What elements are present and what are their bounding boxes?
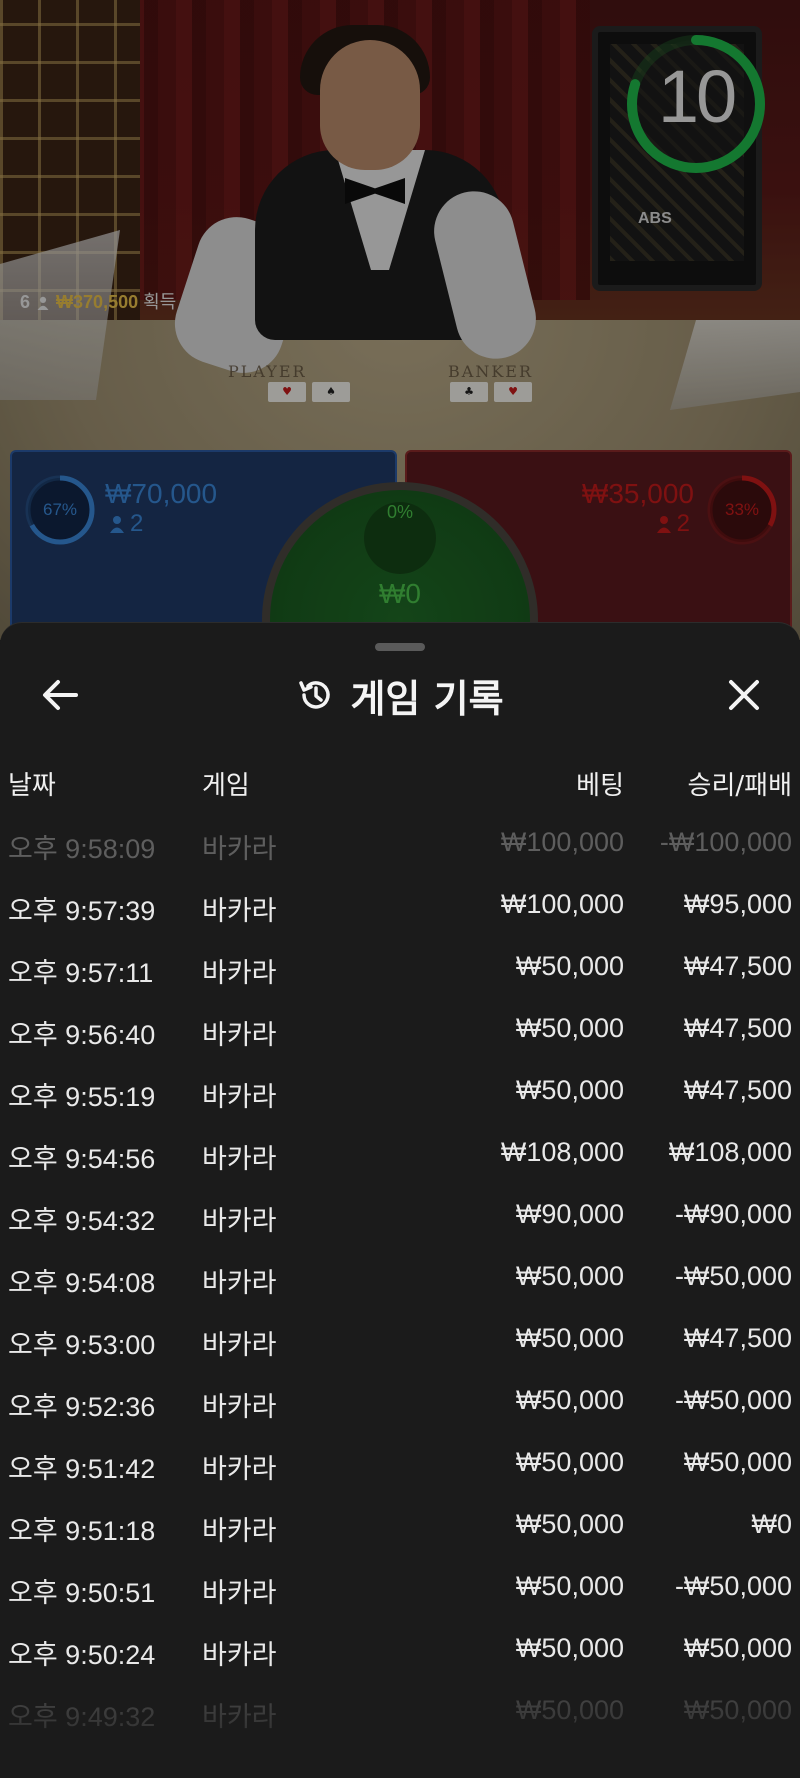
live-video: PLAYER BANKER ♥ ♠ ♣ ♥ ABS 10 6 ₩370,500 …: [0, 0, 800, 640]
row-game: 바카라: [202, 1206, 277, 1236]
row-date: 오후 9:51:18: [8, 1516, 156, 1546]
table-row[interactable]: 오후 9:50:51 바카라 ₩50,000 -₩50,000: [0, 1555, 800, 1617]
row-game: 바카라: [202, 834, 277, 864]
row-bet: ₩50,000: [515, 1509, 624, 1539]
table-row[interactable]: 오후 9:52:36 바카라 ₩50,000 -₩50,000: [0, 1369, 800, 1431]
row-bet: ₩50,000: [515, 1385, 624, 1415]
table-row[interactable]: 오후 9:54:08 바카라 ₩50,000 -₩50,000: [0, 1245, 800, 1307]
table-row[interactable]: 오후 9:58:09 바카라 ₩100,000 -₩100,000: [0, 811, 800, 873]
row-date: 오후 9:54:32: [8, 1206, 156, 1236]
row-game: 바카라: [202, 1516, 277, 1546]
row-bet: ₩50,000: [515, 1633, 624, 1663]
row-date: 오후 9:55:19: [8, 1082, 156, 1112]
row-game: 바카라: [202, 1330, 277, 1360]
column-header-game: 게임: [202, 771, 250, 801]
table-row[interactable]: 오후 9:51:18 바카라 ₩50,000 ₩0: [0, 1493, 800, 1555]
row-date: 오후 9:50:51: [8, 1578, 156, 1608]
row-date: 오후 9:54:08: [8, 1268, 156, 1298]
row-game: 바카라: [202, 1578, 277, 1608]
row-game: 바카라: [202, 1082, 277, 1112]
row-date: 오후 9:53:00: [8, 1330, 156, 1360]
row-game: 바카라: [202, 896, 277, 926]
row-result: -₩100,000: [659, 827, 792, 857]
column-header-result: 승리/패배: [687, 771, 792, 801]
row-bet: ₩50,000: [515, 1323, 624, 1353]
row-bet: ₩108,000: [500, 1137, 624, 1167]
drag-handle[interactable]: [375, 643, 425, 651]
row-result: ₩108,000: [668, 1137, 792, 1167]
row-bet: ₩50,000: [515, 1571, 624, 1601]
table-row[interactable]: 오후 9:49:32 바카라 ₩50,000 ₩50,000: [0, 1679, 800, 1741]
row-bet: ₩50,000: [515, 1695, 624, 1725]
row-game: 바카라: [202, 1454, 277, 1484]
table-row[interactable]: 오후 9:50:24 바카라 ₩50,000 ₩50,000: [0, 1617, 800, 1679]
row-date: 오후 9:54:56: [8, 1144, 156, 1174]
row-bet: ₩50,000: [515, 1075, 624, 1105]
row-date: 오후 9:56:40: [8, 1020, 156, 1050]
row-game: 바카라: [202, 1144, 277, 1174]
row-date: 오후 9:58:09: [8, 834, 156, 864]
row-game: 바카라: [202, 1640, 277, 1670]
table-row[interactable]: 오후 9:53:00 바카라 ₩50,000 ₩47,500: [0, 1307, 800, 1369]
row-result: ₩50,000: [683, 1633, 792, 1663]
row-bet: ₩100,000: [500, 889, 624, 919]
row-date: 오후 9:51:42: [8, 1454, 156, 1484]
row-result: -₩50,000: [674, 1385, 792, 1415]
row-bet: ₩50,000: [515, 1013, 624, 1043]
sheet-header: 게임 기록: [0, 671, 800, 721]
close-icon[interactable]: [720, 671, 768, 719]
table-row[interactable]: 오후 9:57:11 바카라 ₩50,000 ₩47,500: [0, 935, 800, 997]
row-bet: ₩50,000: [515, 951, 624, 981]
row-bet: ₩90,000: [515, 1199, 624, 1229]
history-icon: [299, 681, 331, 709]
table-row[interactable]: 오후 9:55:19 바카라 ₩50,000 ₩47,500: [0, 1059, 800, 1121]
table-row[interactable]: 오후 9:54:32 바카라 ₩90,000 -₩90,000: [0, 1183, 800, 1245]
row-result: ₩47,500: [683, 1013, 792, 1043]
row-date: 오후 9:50:24: [8, 1640, 156, 1670]
row-result: ₩50,000: [683, 1447, 792, 1477]
row-result: -₩90,000: [674, 1199, 792, 1229]
row-result: -₩50,000: [674, 1571, 792, 1601]
table-row[interactable]: 오후 9:54:56 바카라 ₩108,000 ₩108,000: [0, 1121, 800, 1183]
row-game: 바카라: [202, 1392, 277, 1422]
column-header-bet: 베팅: [576, 771, 624, 801]
row-game: 바카라: [202, 1268, 277, 1298]
table-row[interactable]: 오후 9:56:40 바카라 ₩50,000 ₩47,500: [0, 997, 800, 1059]
row-result: ₩50,000: [683, 1695, 792, 1725]
history-list: 오후 9:58:09 바카라 ₩100,000 -₩100,000 오후 9:57:39…: [0, 811, 800, 1741]
row-date: 오후 9:49:32: [8, 1702, 156, 1732]
row-game: 바카라: [202, 1020, 277, 1050]
row-result: -₩50,000: [674, 1261, 792, 1291]
row-bet: ₩100,000: [500, 827, 624, 857]
game-history-sheet: 게임 기록 날짜 게임 베팅 승리/패배 오후 9:58:09 바카라 ₩100,0…: [0, 622, 800, 1778]
row-result: ₩47,500: [683, 1323, 792, 1353]
overlay-dim: [0, 0, 800, 640]
row-result: ₩47,500: [683, 1075, 792, 1105]
row-result: ₩47,500: [683, 951, 792, 981]
table-row[interactable]: 오후 9:57:39 바카라 ₩100,000 ₩95,000: [0, 873, 800, 935]
row-game: 바카라: [202, 1702, 277, 1732]
row-bet: ₩50,000: [515, 1447, 624, 1477]
row-result: ₩0: [751, 1509, 793, 1539]
row-date: 오후 9:57:39: [8, 896, 156, 926]
sheet-title: 게임 기록: [350, 676, 504, 721]
row-date: 오후 9:52:36: [8, 1392, 156, 1422]
row-result: ₩95,000: [683, 889, 792, 919]
row-game: 바카라: [202, 958, 277, 988]
row-bet: ₩50,000: [515, 1261, 624, 1291]
table-row[interactable]: 오후 9:51:42 바카라 ₩50,000 ₩50,000: [0, 1431, 800, 1493]
row-date: 오후 9:57:11: [8, 958, 154, 988]
column-header-date: 날짜: [8, 771, 56, 801]
